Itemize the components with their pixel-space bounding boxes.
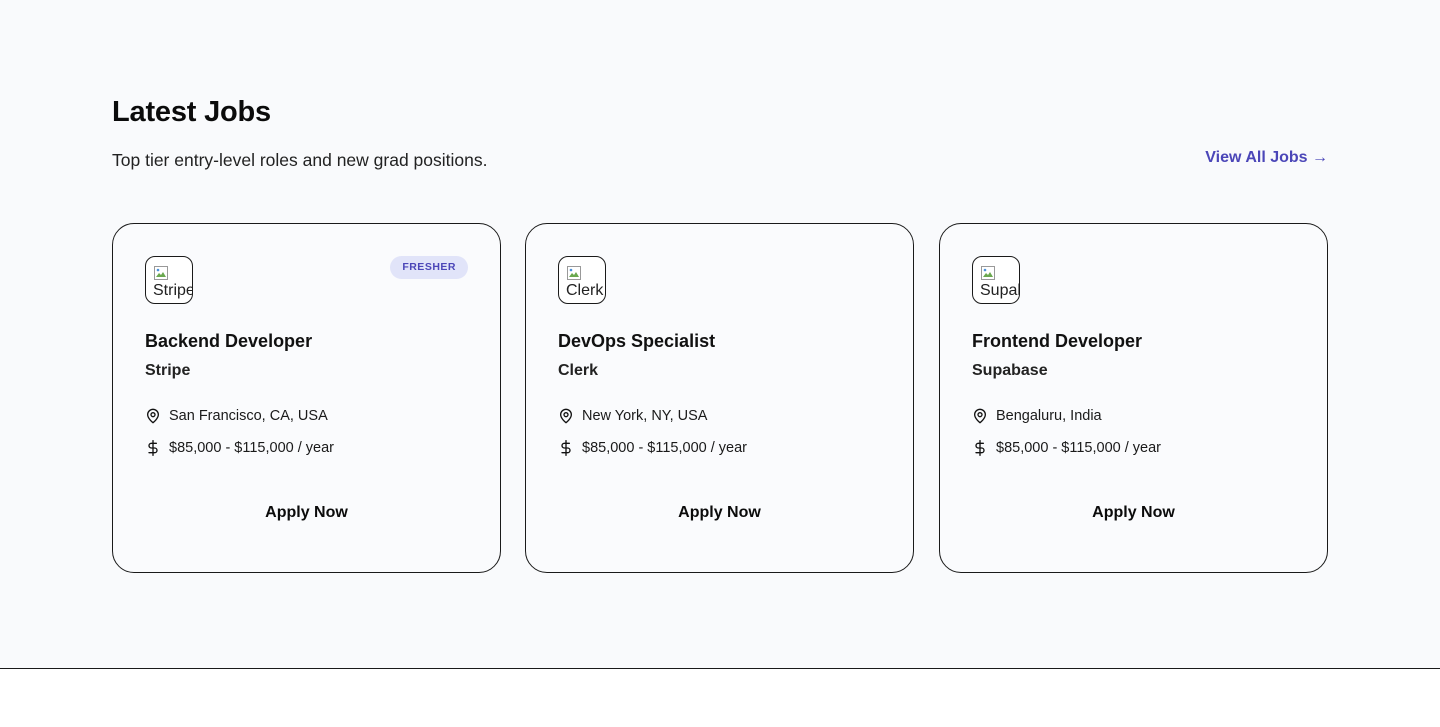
apply-now-button[interactable]: Apply Now	[113, 504, 500, 522]
job-location: Bengaluru, India	[972, 408, 1102, 424]
job-salary: $85,000 - $115,000 / year	[145, 440, 334, 456]
job-salary: $85,000 - $115,000 / year	[558, 440, 747, 456]
fresher-badge: FRESHER	[390, 256, 468, 279]
apply-now-button[interactable]: Apply Now	[526, 504, 913, 522]
job-card: Supabase Frontend Developer Supabase Ben…	[939, 223, 1328, 573]
salary-text: $85,000 - $115,000 / year	[996, 440, 1161, 456]
job-location: New York, NY, USA	[558, 408, 707, 424]
map-pin-icon	[560, 408, 572, 424]
job-title: Backend Developer	[145, 331, 313, 351]
company-logo: Stripe	[145, 256, 193, 304]
footer	[0, 669, 1440, 727]
logo-alt-text: Stripe	[153, 282, 193, 299]
broken-image-icon	[154, 266, 168, 280]
company-logo: Clerk	[558, 256, 606, 304]
job-location: San Francisco, CA, USA	[145, 408, 328, 424]
job-card-list: Stripe FRESHER Backend Developer Stripe …	[112, 223, 1328, 573]
broken-image-icon	[981, 266, 995, 280]
company-name: Clerk	[558, 362, 599, 379]
job-card: Clerk DevOps Specialist Clerk New York, …	[525, 223, 914, 573]
company-logo: Supabase	[972, 256, 1020, 304]
logo-alt-text: Supabase	[980, 282, 1019, 299]
dollar-icon	[148, 440, 158, 456]
job-card: Stripe FRESHER Backend Developer Stripe …	[112, 223, 501, 573]
company-name: Stripe	[145, 362, 191, 379]
view-all-jobs-link[interactable]: View All Jobs →	[1205, 149, 1328, 167]
map-pin-icon	[974, 408, 986, 424]
map-pin-icon	[147, 408, 159, 424]
dollar-icon	[975, 440, 985, 456]
company-name: Supabase	[972, 362, 1048, 379]
location-text: Bengaluru, India	[996, 408, 1102, 424]
location-text: San Francisco, CA, USA	[169, 408, 328, 424]
salary-text: $85,000 - $115,000 / year	[582, 440, 747, 456]
section-subtitle: Top tier entry-level roles and new grad …	[112, 150, 488, 170]
job-title: DevOps Specialist	[558, 331, 716, 351]
broken-image-icon	[567, 266, 581, 280]
job-salary: $85,000 - $115,000 / year	[972, 440, 1161, 456]
location-text: New York, NY, USA	[582, 408, 708, 424]
job-title: Frontend Developer	[972, 331, 1143, 351]
dollar-icon	[561, 440, 571, 456]
logo-alt-text: Clerk	[566, 282, 604, 299]
apply-now-button[interactable]: Apply Now	[940, 504, 1327, 522]
salary-text: $85,000 - $115,000 / year	[169, 440, 334, 456]
section-title: Latest Jobs	[112, 96, 271, 128]
